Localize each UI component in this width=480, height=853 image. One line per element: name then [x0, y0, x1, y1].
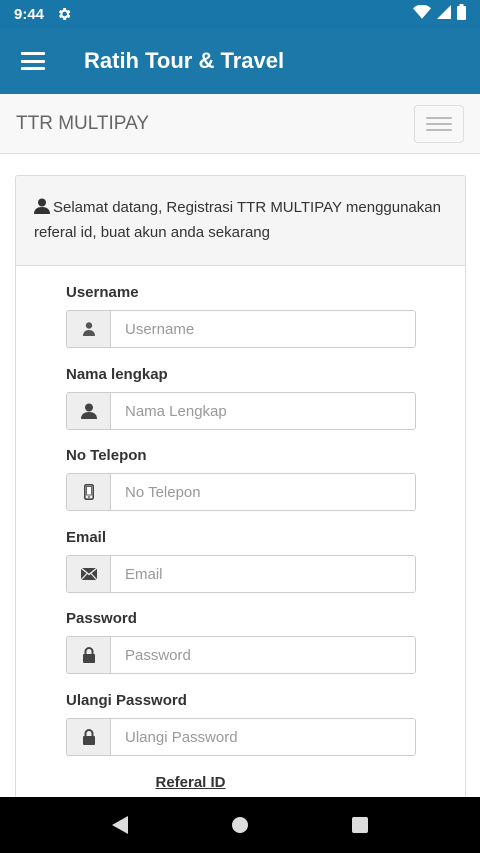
password-label: Password [66, 610, 137, 627]
phone-label: No Telepon [66, 447, 147, 464]
status-bar: 9:44 [0, 0, 480, 28]
home-icon[interactable] [220, 805, 260, 845]
panel-heading: Selamat datang, Registrasi TTR MULTIPAY … [16, 176, 465, 266]
hamburger-menu-icon[interactable] [21, 52, 45, 70]
system-nav-bar [0, 797, 480, 853]
fullname-input[interactable] [111, 393, 415, 429]
username-input-group [66, 310, 416, 348]
phone-icon [67, 474, 111, 510]
email-input[interactable] [111, 556, 415, 592]
confirm-password-input[interactable] [111, 719, 415, 755]
battery-icon [457, 3, 466, 25]
username-label: Username [66, 284, 139, 301]
status-time: 9:44 [14, 5, 45, 23]
settings-gear-icon [56, 6, 72, 22]
email-label: Email [66, 529, 107, 546]
back-icon[interactable] [100, 805, 140, 845]
lock-icon [67, 719, 111, 755]
user-icon [34, 198, 50, 221]
app-title: Ratih Tour & Travel [84, 48, 285, 73]
web-navbar: TTR MULTIPAY [0, 94, 480, 154]
lock-icon [67, 637, 111, 673]
confirm-password-input-group [66, 718, 416, 756]
confirm-password-label: Ulangi Password [66, 692, 187, 709]
phone-input-group [66, 473, 416, 511]
phone-input[interactable] [111, 474, 415, 510]
app-bar: Ratih Tour & Travel [0, 28, 480, 94]
password-input[interactable] [111, 637, 415, 673]
wifi-icon [413, 4, 431, 24]
username-input[interactable] [111, 311, 415, 347]
fullname-label: Nama lengkap [66, 366, 168, 383]
envelope-icon [67, 556, 111, 592]
referal-id-label[interactable]: Referal ID [16, 774, 415, 791]
navbar-brand[interactable]: TTR MULTIPAY [16, 113, 149, 135]
panel-heading-text: Selamat datang, Registrasi TTR MULTIPAY … [34, 199, 441, 241]
password-input-group [66, 636, 416, 674]
signal-icon [437, 4, 451, 24]
fullname-input-group [66, 392, 416, 430]
registration-panel: Selamat datang, Registrasi TTR MULTIPAY … [15, 175, 466, 815]
user-icon [67, 311, 111, 347]
user-icon [67, 393, 111, 429]
email-input-group [66, 555, 416, 593]
navbar-toggle-icon [426, 116, 452, 119]
navbar-toggle-button[interactable] [414, 104, 464, 143]
recents-icon[interactable] [340, 805, 380, 845]
